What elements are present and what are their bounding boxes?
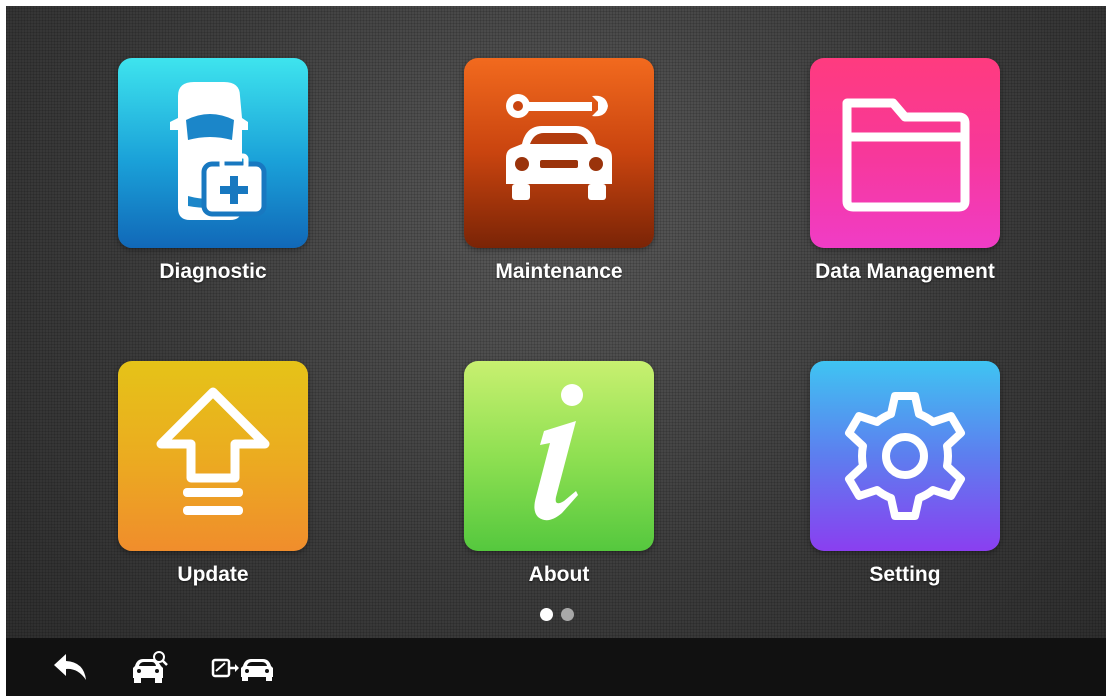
diagnostic-tile[interactable]	[118, 58, 308, 248]
vehicle-search-button[interactable]	[128, 647, 170, 687]
car-search-icon	[133, 651, 168, 683]
about-tile[interactable]	[464, 361, 654, 551]
app-label: Diagnostic	[159, 260, 267, 283]
page-indicator	[540, 608, 574, 621]
upload-arrow-icon	[156, 387, 270, 515]
maintenance-tile[interactable]	[464, 58, 654, 248]
back-button[interactable]	[50, 647, 90, 687]
folder-icon	[842, 98, 970, 212]
app-update[interactable]: Update	[93, 361, 333, 611]
app-label: About	[528, 563, 590, 586]
wrench-car-icon	[506, 94, 612, 200]
vci-car-connection-icon	[211, 658, 273, 681]
page-dot-active[interactable]	[540, 608, 553, 621]
info-icon	[534, 384, 583, 521]
app-label: Update	[177, 563, 249, 586]
setting-tile[interactable]	[810, 361, 1000, 551]
bottom-navigation-bar	[6, 638, 1106, 696]
vci-connect-button[interactable]	[211, 647, 275, 687]
data-management-tile[interactable]	[810, 58, 1000, 248]
app-data-management[interactable]: Data Management	[785, 58, 1025, 308]
home-screen: Diagnostic Maintenance Data Management U…	[6, 6, 1106, 696]
app-setting[interactable]: Setting	[785, 361, 1025, 611]
app-label: Setting	[869, 563, 941, 586]
page-dot[interactable]	[561, 608, 574, 621]
app-diagnostic[interactable]: Diagnostic	[93, 58, 333, 308]
app-about[interactable]: About	[439, 361, 679, 611]
app-label: Data Management	[815, 260, 995, 283]
app-maintenance[interactable]: Maintenance	[439, 58, 679, 308]
app-label: Maintenance	[495, 260, 623, 283]
update-tile[interactable]	[118, 361, 308, 551]
car-medkit-icon	[170, 82, 267, 220]
back-arrow-icon	[54, 654, 86, 680]
gear-icon	[845, 392, 965, 520]
